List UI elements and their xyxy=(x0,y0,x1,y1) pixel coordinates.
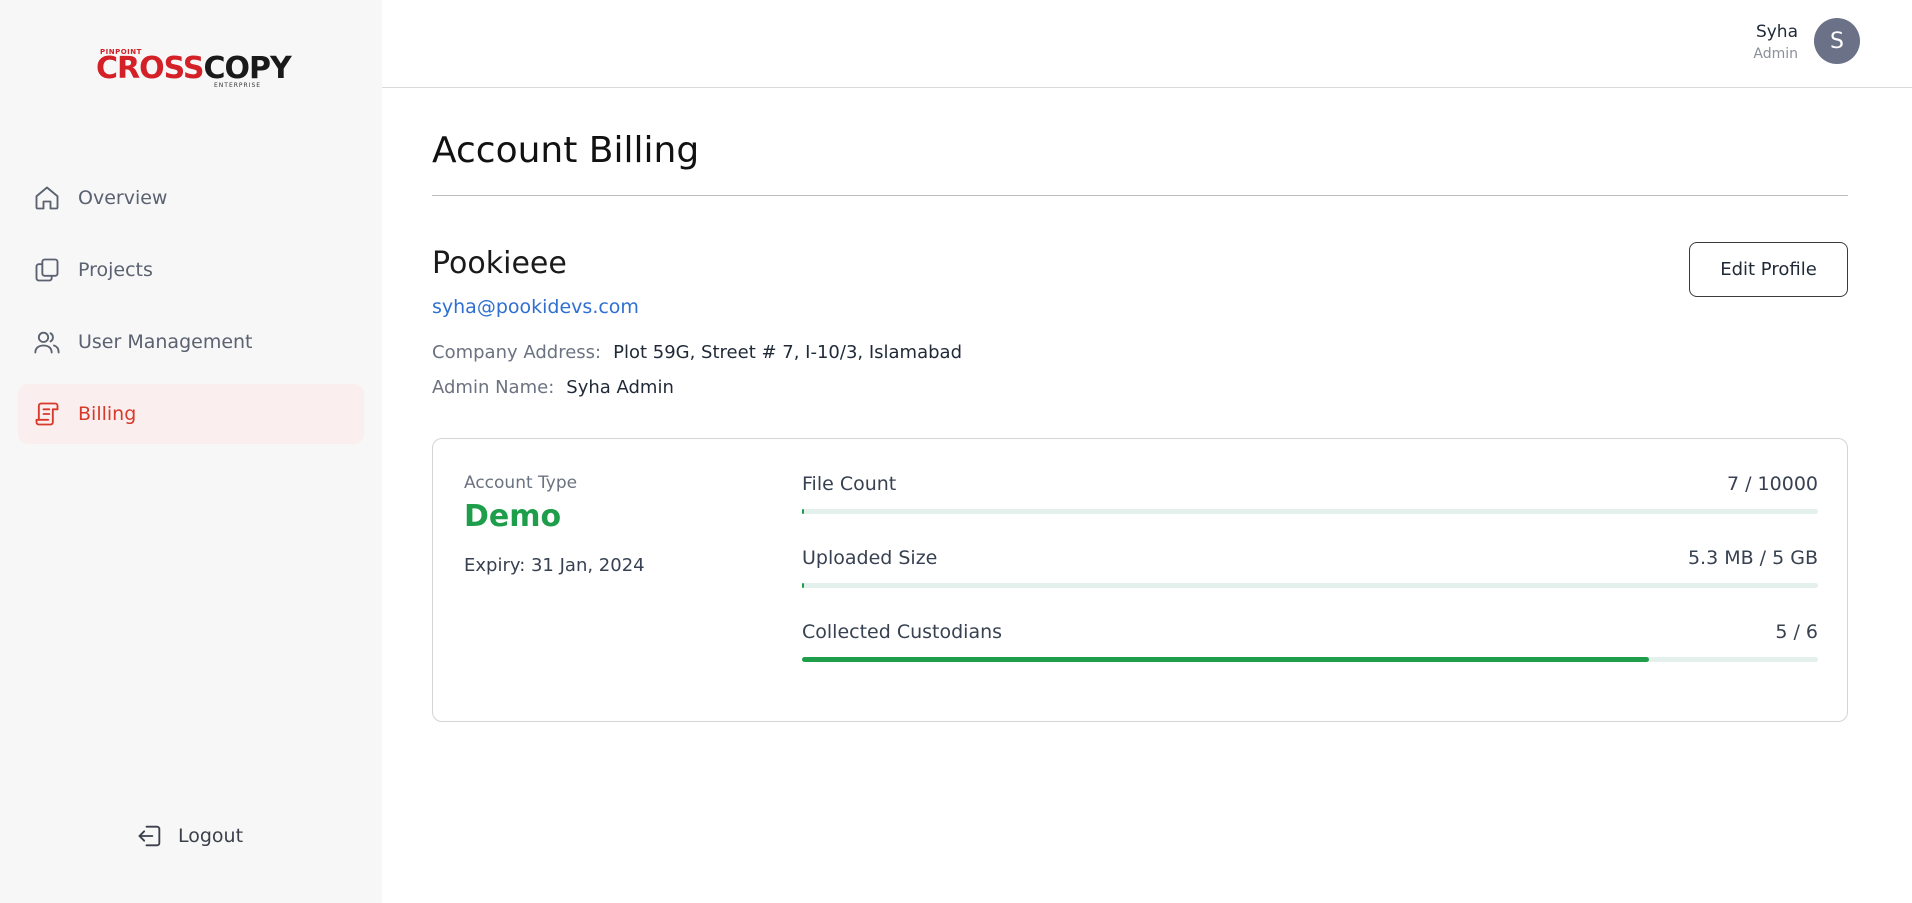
metric-value: 7 / 10000 xyxy=(1726,473,1818,495)
sidebar-item-label: Projects xyxy=(78,259,153,281)
admin-name-value: Syha Admin xyxy=(566,377,674,398)
avatar[interactable]: S xyxy=(1814,18,1860,64)
sidebar-nav: Overview Projects User Management Billin… xyxy=(18,168,364,456)
user-role: Admin xyxy=(1753,46,1798,62)
admin-name-label: Admin Name: xyxy=(432,377,555,398)
user-info: Syha Admin xyxy=(1753,19,1798,63)
metric-value: 5.3 MB / 5 GB xyxy=(1687,547,1818,569)
logout-icon xyxy=(136,822,164,850)
progress-track xyxy=(802,509,1818,514)
title-divider xyxy=(432,195,1848,196)
logout-label: Logout xyxy=(178,825,244,847)
sidebar-item-projects[interactable]: Projects xyxy=(18,240,364,300)
page-title: Account Billing xyxy=(432,130,700,171)
crosscopy-logo[interactable]: PINPOINT CROSSCOPY ENTERPRISE xyxy=(96,48,292,92)
account-type-value: Demo xyxy=(464,499,562,534)
company-address-value: Plot 59G, Street # 7, I-10/3, Islamabad xyxy=(613,342,962,363)
progress-track xyxy=(802,583,1818,588)
metric-label: File Count xyxy=(802,473,897,495)
sidebar-item-label: Billing xyxy=(78,403,137,425)
user-menu[interactable]: Syha Admin S xyxy=(1753,18,1860,64)
home-icon xyxy=(32,183,62,213)
sidebar-item-billing[interactable]: Billing xyxy=(18,384,364,444)
projects-icon xyxy=(32,255,62,285)
edit-profile-button[interactable]: Edit Profile xyxy=(1689,242,1848,297)
user-name: Syha xyxy=(1755,22,1798,42)
metric-value: 5 / 6 xyxy=(1775,621,1818,643)
sidebar-item-overview[interactable]: Overview xyxy=(18,168,364,228)
organization-email-link[interactable]: syha@pookidevs.com xyxy=(432,296,639,318)
users-icon xyxy=(32,327,62,357)
logo-cross-text: CROSS xyxy=(96,51,204,86)
metric-label: Uploaded Size xyxy=(802,547,938,569)
progress-fill xyxy=(802,583,805,588)
billing-icon xyxy=(32,399,62,429)
company-address-row: Company Address: Plot 59G, Street # 7, I-… xyxy=(432,342,962,363)
expiry-date: Expiry: 31 Jan, 2024 xyxy=(464,555,645,576)
progress-fill xyxy=(802,509,805,514)
metric-label: Collected Custodians xyxy=(802,621,1003,643)
sidebar-item-user-management[interactable]: User Management xyxy=(18,312,364,372)
logout-button[interactable]: Logout xyxy=(136,822,243,850)
progress-fill xyxy=(802,657,1649,662)
company-address-label: Company Address: xyxy=(432,342,602,363)
logo-copy-text: COPY xyxy=(203,51,292,86)
sidebar-item-label: Overview xyxy=(78,187,168,209)
sidebar-item-label: User Management xyxy=(78,331,253,353)
logo-sub-text: ENTERPRISE xyxy=(214,82,262,89)
topbar: Syha Admin S xyxy=(382,0,1912,88)
organization-name: Pookieee xyxy=(432,246,567,281)
admin-name-row: Admin Name: Syha Admin xyxy=(432,377,674,398)
account-type-label: Account Type xyxy=(464,473,578,493)
sidebar: PINPOINT CROSSCOPY ENTERPRISE Overview P… xyxy=(0,0,382,903)
progress-track xyxy=(802,657,1818,662)
logo-wordmark: CROSSCOPY xyxy=(96,51,292,86)
plan-usage-card: Account Type Demo Expiry: 31 Jan, 2024 F… xyxy=(432,438,1848,722)
